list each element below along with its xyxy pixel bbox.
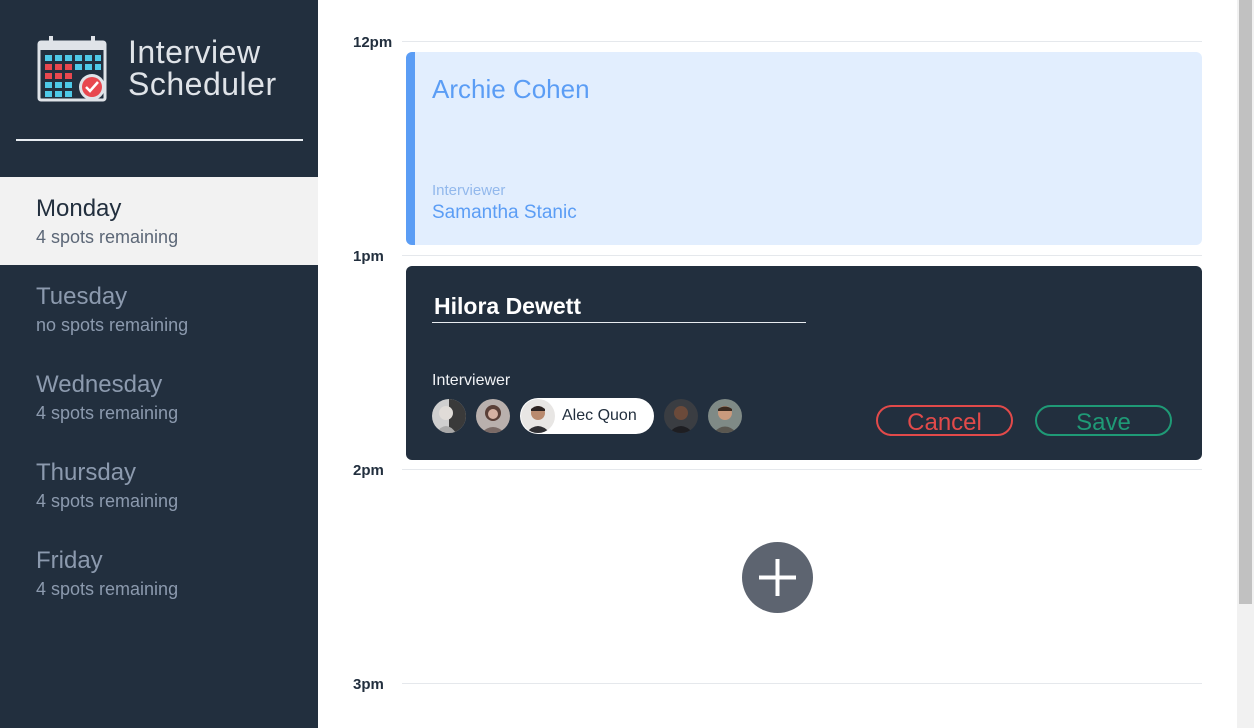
interviewer-label: Interviewer — [432, 182, 506, 199]
day-name: Tuesday — [36, 283, 128, 310]
scrollbar-thumb[interactable] — [1239, 0, 1252, 604]
student-name-input[interactable] — [432, 290, 806, 323]
day-name: Thursday — [36, 459, 137, 486]
app-title-line2: Scheduler — [128, 66, 277, 102]
selected-interviewer[interactable]: Alec Quon — [520, 398, 654, 434]
sidebar: Interview Scheduler Monday 4 spots remai… — [0, 0, 318, 728]
time-divider — [402, 255, 1202, 256]
day-item-tuesday[interactable]: Tuesday no spots remaining — [0, 265, 318, 353]
time-label: 12pm — [353, 34, 393, 51]
time-divider — [402, 41, 1202, 42]
save-button[interactable]: Save — [1035, 405, 1172, 436]
day-spots: 4 spots remaining — [36, 403, 179, 423]
day-name: Monday — [36, 195, 122, 222]
plus-icon — [759, 559, 796, 596]
appointment-form: Interviewer Alec Quon Cancel Save — [406, 266, 1202, 460]
time-label: 2pm — [353, 462, 384, 479]
day-spots: no spots remaining — [36, 315, 189, 335]
time-divider — [402, 469, 1202, 470]
appointment-accent-bar — [406, 52, 415, 245]
day-spots: 4 spots remaining — [36, 579, 179, 599]
day-spots: 4 spots remaining — [36, 227, 179, 247]
vertical-scrollbar[interactable] — [1237, 0, 1254, 728]
calendar-check-icon — [37, 36, 107, 102]
day-item-wednesday[interactable]: Wednesday 4 spots remaining — [0, 353, 318, 441]
interviewer-avatar — [521, 399, 555, 433]
day-name: Friday — [36, 547, 103, 574]
day-item-thursday[interactable]: Thursday 4 spots remaining — [0, 441, 318, 529]
app-title: Interview Scheduler — [128, 36, 277, 100]
interviewer-list-label: Interviewer — [432, 372, 511, 389]
interviewer-avatar[interactable] — [432, 399, 466, 433]
day-item-friday[interactable]: Friday 4 spots remaining — [0, 529, 318, 617]
time-divider — [402, 683, 1202, 684]
interviewer-avatar[interactable] — [476, 399, 510, 433]
sidebar-divider — [16, 139, 303, 141]
selected-interviewer-name: Alec Quon — [562, 407, 637, 424]
interviewer-name: Samantha Stanic — [432, 202, 577, 223]
day-spots: 4 spots remaining — [36, 491, 179, 511]
add-appointment-button[interactable] — [742, 542, 813, 613]
appointment-card[interactable]: Archie Cohen Interviewer Samantha Stanic — [406, 52, 1202, 245]
day-name: Wednesday — [36, 371, 163, 398]
day-item-monday[interactable]: Monday 4 spots remaining — [0, 177, 318, 265]
schedule: 12pm 1pm 2pm 3pm Archie Cohen Interviewe… — [318, 0, 1237, 728]
interviewer-avatar[interactable] — [708, 399, 742, 433]
interviewer-avatar[interactable] — [664, 399, 698, 433]
time-label: 1pm — [353, 248, 384, 265]
cancel-button[interactable]: Cancel — [876, 405, 1013, 436]
student-name: Archie Cohen — [432, 74, 590, 104]
brand: Interview Scheduler — [37, 36, 307, 106]
app-title-line1: Interview — [128, 34, 261, 70]
time-label: 3pm — [353, 676, 384, 693]
